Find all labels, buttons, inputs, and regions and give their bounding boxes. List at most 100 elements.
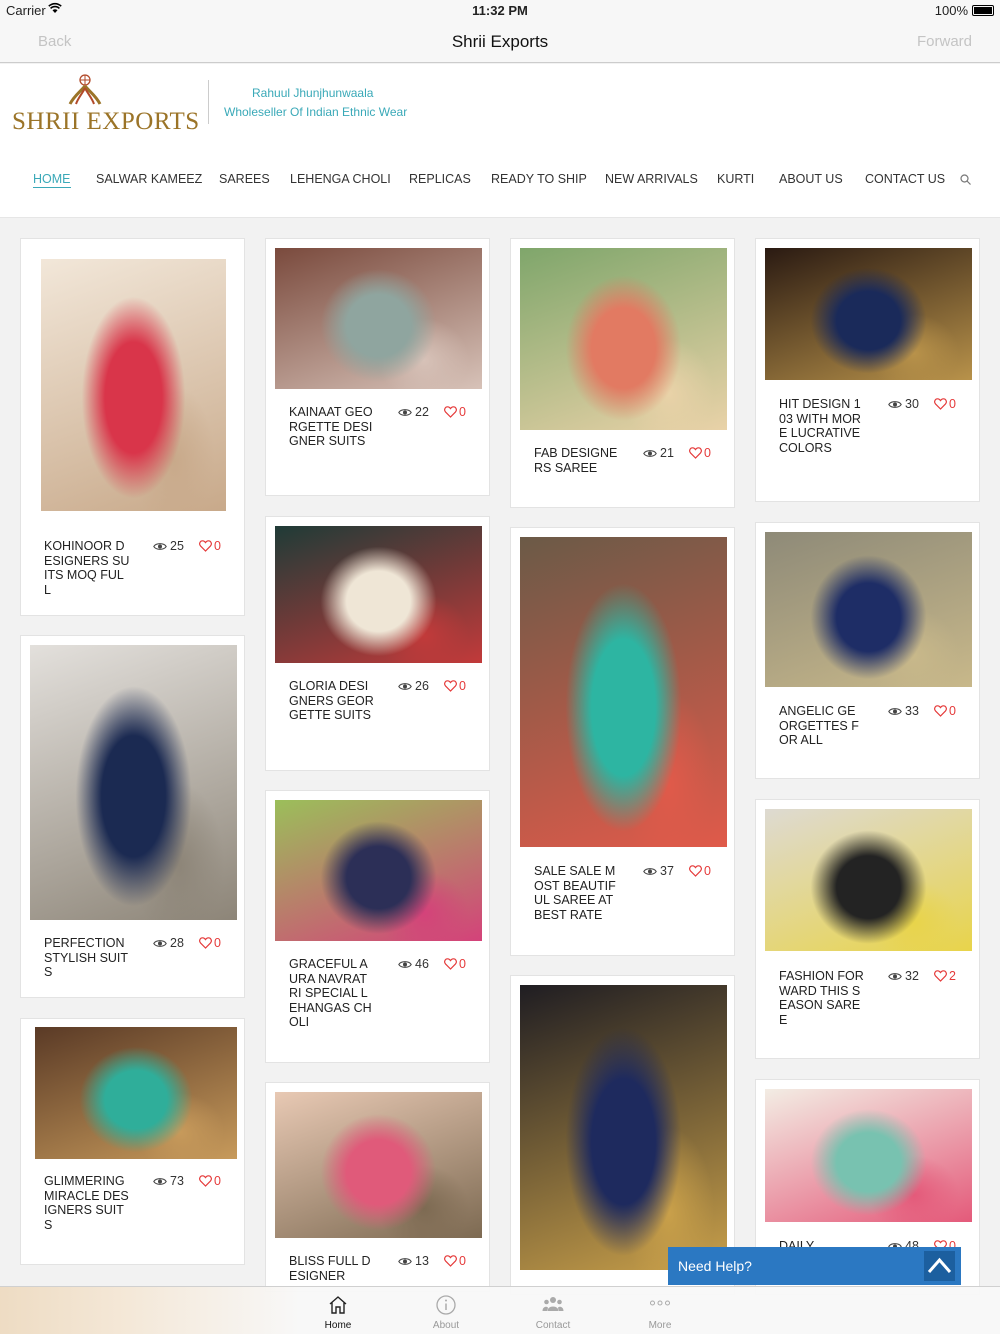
product-image[interactable] — [765, 248, 972, 380]
heart-icon — [934, 705, 947, 717]
product-title[interactable]: BLISS FULL DESIGNER — [289, 1254, 375, 1283]
heart-icon — [199, 1175, 212, 1187]
tab-bar-backdrop — [0, 1287, 300, 1334]
product-image[interactable] — [41, 259, 226, 511]
product-card[interactable]: GLIMMERING MIRACLE DESIGNERS SUITS 73 0 — [20, 1018, 245, 1265]
view-count: 25 — [153, 539, 184, 553]
like-button[interactable]: 0 — [934, 397, 956, 411]
product-image[interactable] — [520, 537, 727, 847]
menu-item-contact-us[interactable]: CONTACT US — [865, 172, 945, 186]
product-card[interactable]: PERFECTION STYLISH SUITS 28 0 — [20, 635, 245, 998]
eye-icon — [153, 1178, 167, 1185]
site-logo[interactable]: SHRII EXPORTS — [12, 74, 200, 136]
product-title[interactable]: GLORIA DESIGNERS GEORGETTE SUITS — [289, 679, 375, 723]
menu-item-salwar-kameez[interactable]: SALWAR KAMEEZ — [96, 172, 202, 186]
product-image[interactable] — [520, 248, 727, 430]
menu-item-new-arrivals[interactable]: NEW ARRIVALS — [605, 172, 698, 186]
product-title[interactable]: ANGELIC GEORGETTES FOR ALL — [779, 704, 865, 748]
product-title[interactable]: HIT DESIGN 103 WITH MORE LUCRATIVE COLOR… — [779, 397, 865, 455]
like-count-value: 0 — [949, 704, 956, 718]
product-card[interactable]: BLISS FULL DESIGNER 13 0 — [265, 1082, 490, 1292]
product-card[interactable]: FASHION FORWARD THIS SEASON SAREE 32 2 — [755, 799, 980, 1059]
product-card[interactable]: HIT DESIGN 103 WITH MORE LUCRATIVE COLOR… — [755, 238, 980, 502]
product-title[interactable]: FAB DESIGNERS SAREE — [534, 446, 620, 475]
forward-button[interactable]: Forward — [917, 33, 972, 50]
menu-item-replicas[interactable]: REPLICAS — [409, 172, 471, 186]
like-button[interactable]: 0 — [689, 864, 711, 878]
product-card[interactable]: SALE SALE MOST BEAUTIFUL SAREE AT BEST R… — [510, 527, 735, 956]
product-card[interactable]: GLORIA DESIGNERS GEORGETTE SUITS 26 0 — [265, 516, 490, 771]
product-title[interactable]: GLIMMERING MIRACLE DESIGNERS SUITS — [44, 1174, 130, 1232]
product-title[interactable]: PERFECTION STYLISH SUITS — [44, 936, 130, 980]
heart-icon — [444, 1255, 457, 1267]
like-count-value: 0 — [949, 397, 956, 411]
product-image[interactable] — [765, 532, 972, 687]
product-card[interactable]: ANGELIC GEORGETTES FOR ALL 33 0 — [755, 522, 980, 779]
menu-item-sarees[interactable]: SAREES — [219, 172, 270, 186]
tab-contact[interactable]: Contact — [499, 1287, 607, 1334]
product-title[interactable]: KOHINOOR DESIGNERS SUITS MOQ FULL — [44, 539, 130, 597]
tab-about[interactable]: About — [392, 1287, 500, 1334]
menu-item-lehenga-choli[interactable]: LEHENGA CHOLI — [290, 172, 391, 186]
view-count-value: 21 — [660, 446, 674, 460]
menu-item-kurti[interactable]: KURTI — [717, 172, 754, 186]
like-button[interactable]: 0 — [444, 957, 466, 971]
product-title[interactable]: FASHION FORWARD THIS SEASON SAREE — [779, 969, 865, 1027]
view-count: 13 — [398, 1254, 429, 1268]
like-count-value: 0 — [704, 446, 711, 460]
product-image[interactable] — [275, 248, 482, 389]
product-title[interactable]: KAINAAT GEORGETTE DESIGNER SUITS — [289, 405, 375, 449]
like-button[interactable]: 0 — [199, 936, 221, 950]
page-title: Shrii Exports — [451, 32, 549, 51]
heart-icon — [444, 958, 457, 970]
product-image[interactable] — [275, 1092, 482, 1238]
more-icon — [650, 1300, 670, 1306]
view-count-value: 46 — [415, 957, 429, 971]
product-card[interactable]: KAINAAT GEORGETTE DESIGNER SUITS 22 0 — [265, 238, 490, 496]
menu-item-ready-to-ship[interactable]: READY TO SHIP — [491, 172, 587, 186]
like-button[interactable]: 0 — [934, 704, 956, 718]
like-button[interactable]: 0 — [444, 1254, 466, 1268]
heart-icon — [689, 865, 702, 877]
view-count: 22 — [398, 405, 429, 419]
search-icon[interactable] — [960, 174, 971, 185]
eye-icon — [888, 401, 902, 408]
heart-icon — [199, 937, 212, 949]
product-card[interactable]: FAB DESIGNERS SAREE 21 0 — [510, 238, 735, 508]
view-count-value: 28 — [170, 936, 184, 950]
view-count-value: 33 — [905, 704, 919, 718]
menu-item-about-us[interactable]: ABOUT US — [779, 172, 843, 186]
like-button[interactable]: 0 — [444, 405, 466, 419]
logo-text: SHRII EXPORTS — [12, 108, 200, 135]
view-count-value: 30 — [905, 397, 919, 411]
eye-icon — [888, 708, 902, 715]
product-image[interactable] — [275, 526, 482, 663]
header-divider — [208, 80, 209, 124]
product-title[interactable]: SALE SALE MOST BEAUTIFUL SAREE AT BEST R… — [534, 864, 620, 922]
like-button[interactable]: 0 — [199, 1174, 221, 1188]
like-button[interactable]: 0 — [199, 539, 221, 553]
product-image[interactable] — [765, 1089, 972, 1222]
view-count-value: 26 — [415, 679, 429, 693]
product-image[interactable] — [35, 1027, 237, 1159]
tab-home[interactable]: Home — [284, 1287, 392, 1334]
like-button[interactable]: 0 — [444, 679, 466, 693]
like-button[interactable]: 0 — [689, 446, 711, 460]
product-title[interactable]: GRACEFUL AURA NAVRATRI SPECIAL LEHANGAS … — [289, 957, 375, 1030]
product-image[interactable] — [30, 645, 237, 920]
product-image[interactable] — [520, 985, 727, 1270]
logo-emblem-icon — [68, 74, 102, 105]
eye-icon — [398, 409, 412, 416]
tab-about-label: About — [432, 1320, 460, 1331]
like-button[interactable]: 2 — [934, 969, 956, 983]
chevron-up-icon[interactable] — [924, 1251, 955, 1281]
product-image[interactable] — [765, 809, 972, 951]
product-card[interactable]: GRACEFUL AURA NAVRATRI SPECIAL LEHANGAS … — [265, 790, 490, 1063]
tab-bar: Home About Contact More — [0, 1286, 1000, 1334]
product-card[interactable]: KOHINOOR DESIGNERS SUITS MOQ FULL 25 0 — [20, 238, 245, 616]
product-image[interactable] — [275, 800, 482, 941]
tab-more[interactable]: More — [606, 1287, 714, 1334]
view-count: 32 — [888, 969, 919, 983]
menu-item-home[interactable]: HOME — [33, 172, 71, 188]
need-help-button[interactable]: Need Help? — [668, 1247, 961, 1285]
